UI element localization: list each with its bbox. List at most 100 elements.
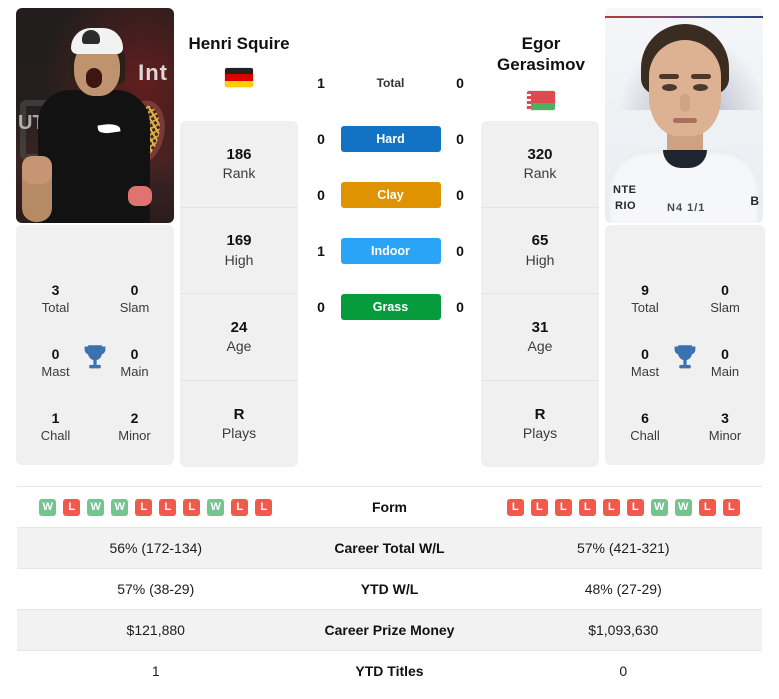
player-fist (22, 156, 52, 184)
form-badge-loss[interactable]: L (255, 498, 273, 516)
form-badge-loss[interactable]: L (626, 498, 644, 516)
h2h-count-left: 1 (317, 75, 325, 91)
form-badge-win[interactable]: W (39, 498, 57, 516)
table-row-label: Form (372, 499, 407, 515)
h2h-count-right: 0 (456, 131, 464, 147)
surface-button-indoor[interactable]: Indoor (340, 238, 441, 264)
surface-button-clay[interactable]: Clay (340, 182, 441, 208)
player-name-right[interactable]: Egor Gerasimov (481, 33, 601, 76)
h2h-count-left: 1 (317, 243, 325, 259)
form-strip: LLLLLLWWLL (506, 498, 740, 516)
titles-card-right: 9 Total 0 Slam 0 Mast 0 Main 6 Chall 3 Minor (605, 225, 765, 465)
player-eye-right (693, 84, 708, 91)
trophy-icon (84, 345, 106, 369)
form-badge-loss[interactable]: L (135, 498, 153, 516)
shirt-text-3: N4 1/1 (667, 202, 706, 214)
backdrop-sponsor-text: Int (138, 60, 168, 85)
table-row-label: Career Prize Money (324, 622, 455, 638)
stats-column-left: 186 Rank 169 High 24 Age R Plays (180, 121, 298, 467)
h2h-label-cell: Clay (339, 182, 442, 208)
stat-plays: R Plays (221, 405, 257, 442)
form-badge-loss[interactable]: L (63, 498, 81, 516)
h2h-row-indoor: 1 Indoor 0 (303, 223, 478, 279)
form-badge-loss[interactable]: L (530, 498, 548, 516)
table-cell-left: 57% (38-29) (117, 581, 195, 597)
title-stat: 3 Minor (708, 410, 742, 443)
form-badge-loss[interactable]: L (578, 498, 596, 516)
table-row-label: YTD Titles (355, 663, 424, 679)
stat-high: 65 High (481, 208, 599, 294)
table-row: 1 YTD Titles 0 (17, 650, 762, 691)
stat-rank: 186 Rank (180, 121, 298, 208)
table-cell-right: $1,093,630 (588, 622, 659, 638)
h2h-count-left: 0 (317, 299, 325, 315)
titles-grid-left: 3 Total 0 Slam 0 Mast 0 Main 1 Chall 2 Minor (16, 267, 174, 465)
surface-button-grass[interactable]: Grass (340, 294, 441, 320)
table-cell-left: 56% (172-134) (109, 540, 203, 556)
stat-age: 24 Age (180, 294, 298, 381)
h2h-row-clay: 0 Clay 0 (303, 167, 478, 223)
stat-plays: R Plays (522, 405, 558, 442)
form-badge-loss[interactable]: L (554, 498, 572, 516)
h2h-count-right: 0 (456, 75, 464, 91)
player-wristband (128, 186, 152, 206)
head-to-head-column: 1 Total 0 0 Hard 0 0 Clay 0 1 Indoor 0 0 Grass 0 (303, 55, 478, 335)
player-eyebrow-right (691, 74, 711, 79)
h2h-count-right: 0 (456, 299, 464, 315)
table-row: $121,880 Career Prize Money $1,093,630 (17, 609, 762, 650)
stat-rank: 320 Rank (481, 121, 599, 208)
title-stat: 0 Slam (119, 282, 150, 315)
surface-button-hard[interactable]: Hard (340, 126, 441, 152)
form-badge-win[interactable]: W (650, 498, 668, 516)
form-badge-win[interactable]: W (87, 498, 105, 516)
shirt-text-2: RIO (615, 200, 637, 212)
player-mouth (86, 68, 102, 88)
form-badge-loss[interactable]: L (602, 498, 620, 516)
player-name-left[interactable]: Henri Squire (179, 33, 299, 54)
h2h-label-cell: Indoor (339, 238, 442, 264)
form-badge-win[interactable]: W (111, 498, 129, 516)
table-row: W L W W L L L W L L Form L L L L L L W W L L (17, 486, 762, 527)
h2h-count-left: 0 (317, 187, 325, 203)
comparison-header: UT Int NTE RIO N4 1/1 B Henri Squire Ego… (0, 0, 779, 472)
h2h-row-grass: 0 Grass 0 (303, 279, 478, 335)
form-badge-loss[interactable]: L (722, 498, 740, 516)
shirt-text-4: B (750, 194, 759, 208)
h2h-row-hard: 0 Hard 0 (303, 111, 478, 167)
form-badge-win[interactable]: W (674, 498, 692, 516)
h2h-count-left: 0 (317, 131, 325, 147)
trophy-icon (674, 345, 696, 369)
table-row: 57% (38-29) YTD W/L 48% (27-29) (17, 568, 762, 609)
table-cell-left: 1 (151, 663, 160, 679)
photo-horizon-line (605, 16, 763, 18)
form-badge-loss[interactable]: L (183, 498, 201, 516)
stats-column-right: 320 Rank 65 High 31 Age R Plays (481, 121, 599, 467)
player-cap-brim (82, 30, 100, 44)
form-badge-loss[interactable]: L (506, 498, 524, 516)
player-eye-left (662, 84, 677, 91)
form-badge-loss[interactable]: L (231, 498, 249, 516)
player-photo-left: UT Int (16, 8, 174, 223)
form-badge-loss[interactable]: L (698, 498, 716, 516)
form-strip: WLWWLLLWLL (39, 498, 273, 516)
comparison-stats-table: W L W W L L L W L L Form L L L L L L W W L L 56% (172-134) Car… (17, 486, 762, 691)
shirt-text-1: NTE (613, 184, 637, 196)
form-badge-loss[interactable]: L (159, 498, 177, 516)
title-stat: 2 Minor (118, 410, 151, 443)
titles-grid-right: 9 Total 0 Slam 0 Mast 0 Main 6 Chall 3 Minor (605, 267, 765, 465)
table-cell-right: 57% (421-321) (576, 540, 670, 556)
form-badge-win[interactable]: W (207, 498, 225, 516)
h2h-total-label: Total (376, 76, 405, 90)
player-nose (680, 94, 690, 112)
stat-age: 31 Age (481, 294, 599, 381)
player-photo-right: NTE RIO N4 1/1 B (605, 8, 763, 223)
table-cell-right: 48% (27-29) (584, 581, 662, 597)
player-mouth (673, 118, 697, 123)
h2h-label-cell: Grass (339, 294, 442, 320)
player-eyebrow-left (659, 74, 679, 79)
table-row: 56% (172-134) Career Total W/L 57% (421-32… (17, 527, 762, 568)
player-photo-right-image: NTE RIO N4 1/1 B (605, 8, 763, 223)
table-cell-left: $121,880 (126, 622, 185, 638)
table-cell-right: 0 (619, 663, 628, 679)
table-cell-right: LLLLLLWWLL (485, 498, 763, 516)
